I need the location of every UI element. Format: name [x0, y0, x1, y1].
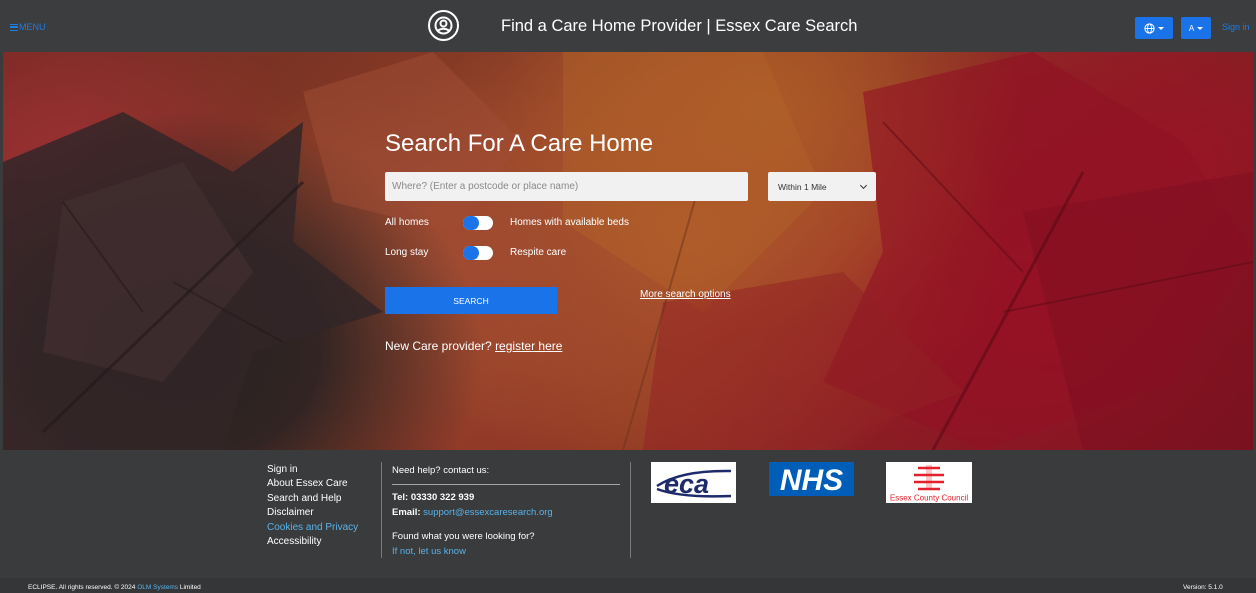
- toggle-right-label-available-beds: Homes with available beds: [510, 217, 629, 228]
- availability-toggle[interactable]: [463, 216, 493, 230]
- font-size-label: A: [1188, 23, 1195, 33]
- care-search-logo-icon[interactable]: [428, 10, 459, 41]
- copyright-prefix: ECLIPSE. All rights reserved. © 2024: [28, 584, 136, 591]
- sign-in-link[interactable]: Sign in: [1222, 22, 1250, 32]
- radius-selected-value: Within 1 Mile: [778, 181, 827, 192]
- menu-icon: [10, 23, 18, 31]
- footer-link-about[interactable]: About Essex Care: [267, 478, 348, 489]
- register-here-link[interactable]: register here: [495, 339, 562, 353]
- let-us-know-text: If not, let us know: [392, 546, 466, 557]
- tel-label: Tel:: [392, 492, 409, 503]
- toggle-knob: [463, 246, 479, 260]
- nhs-logo-text: NHS: [780, 464, 843, 496]
- footer-divider: [630, 462, 631, 558]
- nhs-logo-image: NHS: [780, 464, 843, 497]
- eca-logo-image: eca: [656, 469, 732, 499]
- help-email: Email: support@essexcaresearch.org: [392, 507, 553, 518]
- nhs-logo[interactable]: NHS: [769, 462, 854, 497]
- found-question: Found what you were looking for?: [392, 531, 535, 542]
- footer-link-cookies-privacy[interactable]: Cookies and Privacy: [267, 522, 358, 533]
- company-link[interactable]: OLM Systems: [137, 584, 178, 591]
- help-tel: Tel: 03330 322 939: [392, 492, 474, 503]
- help-divider: [392, 484, 620, 485]
- footer-divider: [381, 462, 382, 558]
- stay-type-toggle[interactable]: [463, 246, 493, 260]
- eca-logo-text: eca: [664, 469, 709, 499]
- hero-overlay: [3, 52, 1253, 450]
- location-search-input[interactable]: [385, 172, 748, 201]
- footer-link-accessibility[interactable]: Accessibility: [267, 536, 321, 547]
- essex-county-council-logo[interactable]: Essex County Council: [886, 462, 972, 503]
- language-button[interactable]: [1135, 17, 1173, 39]
- footer-link-disclaimer[interactable]: Disclaimer: [267, 507, 314, 518]
- globe-icon: [1144, 22, 1155, 34]
- version-text: Version: 5.1.0: [1183, 584, 1223, 591]
- toggle-right-label-respite-care: Respite care: [510, 247, 567, 258]
- hero-background-image: [3, 52, 1253, 450]
- footer-link-sign-in[interactable]: Sign in: [267, 464, 298, 475]
- essex-logo-text: Essex County Council: [890, 494, 968, 503]
- radius-select[interactable]: Within 1 Mile: [768, 172, 876, 201]
- search-button[interactable]: SEARCH: [385, 287, 557, 314]
- copyright-suffix: Limited: [179, 584, 201, 591]
- site-title: Find a Care Home Provider | Essex Care S…: [501, 17, 858, 35]
- email-link[interactable]: support@essexcaresearch.org: [423, 507, 553, 518]
- chevron-down-icon: [859, 181, 868, 189]
- let-us-know-link[interactable]: If not, let us know: [392, 546, 466, 557]
- caret-down-icon: [1197, 26, 1204, 30]
- hero-heading: Search For A Care Home: [385, 130, 654, 157]
- email-label: Email:: [392, 507, 421, 518]
- caret-down-icon: [1158, 26, 1164, 30]
- footer: [0, 450, 1256, 572]
- help-title: Need help? contact us:: [392, 465, 490, 476]
- toggle-knob: [463, 216, 479, 230]
- menu-label: MENU: [19, 22, 46, 32]
- toggle-left-label-all-homes: All homes: [385, 217, 429, 228]
- font-size-button[interactable]: A: [1181, 17, 1211, 39]
- toggle-left-label-long-stay: Long stay: [385, 247, 429, 258]
- more-search-options-link[interactable]: More search options: [640, 289, 731, 300]
- new-provider-label: New Care provider?: [385, 339, 492, 353]
- tel-value[interactable]: 03330 322 939: [411, 492, 474, 503]
- footer-link-search-help[interactable]: Search and Help: [267, 493, 342, 504]
- menu-button[interactable]: MENU: [10, 22, 46, 32]
- top-bar: MENU Find a Care Home Provider | Essex C…: [0, 0, 1256, 52]
- essex-county-council-logo-image: Essex County Council: [890, 465, 968, 503]
- copyright-text: ECLIPSE. All rights reserved. © 2024 OLM…: [28, 584, 201, 591]
- new-provider-text: New Care provider? register here: [385, 339, 562, 353]
- eca-logo[interactable]: eca: [651, 462, 736, 503]
